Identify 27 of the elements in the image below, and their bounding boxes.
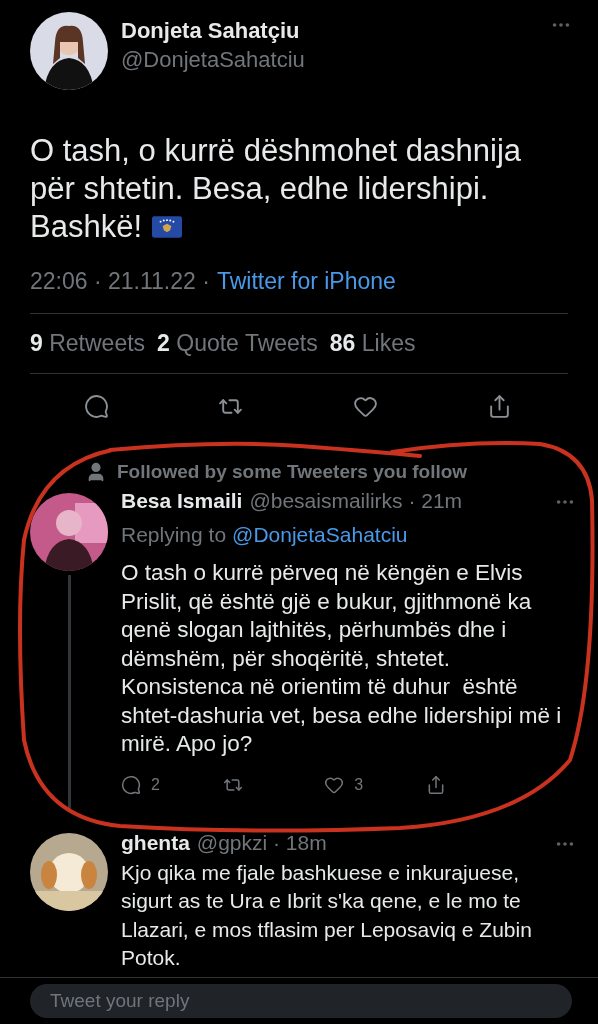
reply-author-name[interactable]: ghenta xyxy=(121,830,190,855)
reply-handle-time: @gpkzi · 18m xyxy=(196,830,328,855)
stat-link[interactable]: 9 Retweets xyxy=(30,330,146,357)
tweet-text: O tash, o kurrë dëshmohet dashnija për shtetin. Besa, edhe lidershipi. xyxy=(30,132,523,208)
tweet-text: Bashkë! xyxy=(30,208,142,246)
reply-text: O tash o kurrë përveq në këngën e Elvis Prislit, që është gjë e bukur, gjithmonë ka qenë slogan lajthitës, përhumbës dhe i dëmshëm, për shoqëritë, shtetet. Konsistenca në orientim të duhur është shtet-dashuria vet, besa edhe lidershipi më i mirë. Apo jo? xyxy=(121,559,563,758)
action-count: 3 xyxy=(354,775,364,794)
action-count: 2 xyxy=(151,775,160,794)
reply-icon[interactable] xyxy=(84,394,109,419)
stat-link[interactable]: 2 Quote Tweets xyxy=(157,330,318,357)
heart-icon[interactable] xyxy=(352,394,378,419)
mention-link[interactable]: @DonjetaSahatciu xyxy=(232,523,408,547)
reply-input-field[interactable]: Tweet your reply xyxy=(30,984,572,1018)
flag-icon xyxy=(152,216,182,238)
share-icon[interactable] xyxy=(487,394,512,419)
reply-handle-time: @besaismailirks · 21m xyxy=(249,489,464,513)
reply-icon[interactable] xyxy=(121,774,141,795)
reply-author-name[interactable]: Besa Ismaili xyxy=(121,489,243,513)
author-name[interactable]: Donjeta Sahatçiu xyxy=(121,18,537,44)
replying-to-label: Replying to xyxy=(121,523,227,547)
social-context: Followed by some Tweeters you follow xyxy=(117,461,468,483)
heart-icon[interactable] xyxy=(324,774,345,795)
author-handle[interactable]: @DonjetaSahatciu xyxy=(121,47,537,73)
source-link[interactable]: Twitter for iPhone xyxy=(216,268,396,295)
tweet-timestamp: 22:06 · 21.11.22 · xyxy=(30,268,210,295)
reply-text: Kjo qika me fjale bashkuese e inkurajuese, sigurt as te Ura e Ibrit s'ka qene, e le mo te Llazari, e mos tflasim per Leposaviq e Zubin Potok. xyxy=(121,859,533,971)
stat-link[interactable]: 86 Likes xyxy=(329,330,416,357)
